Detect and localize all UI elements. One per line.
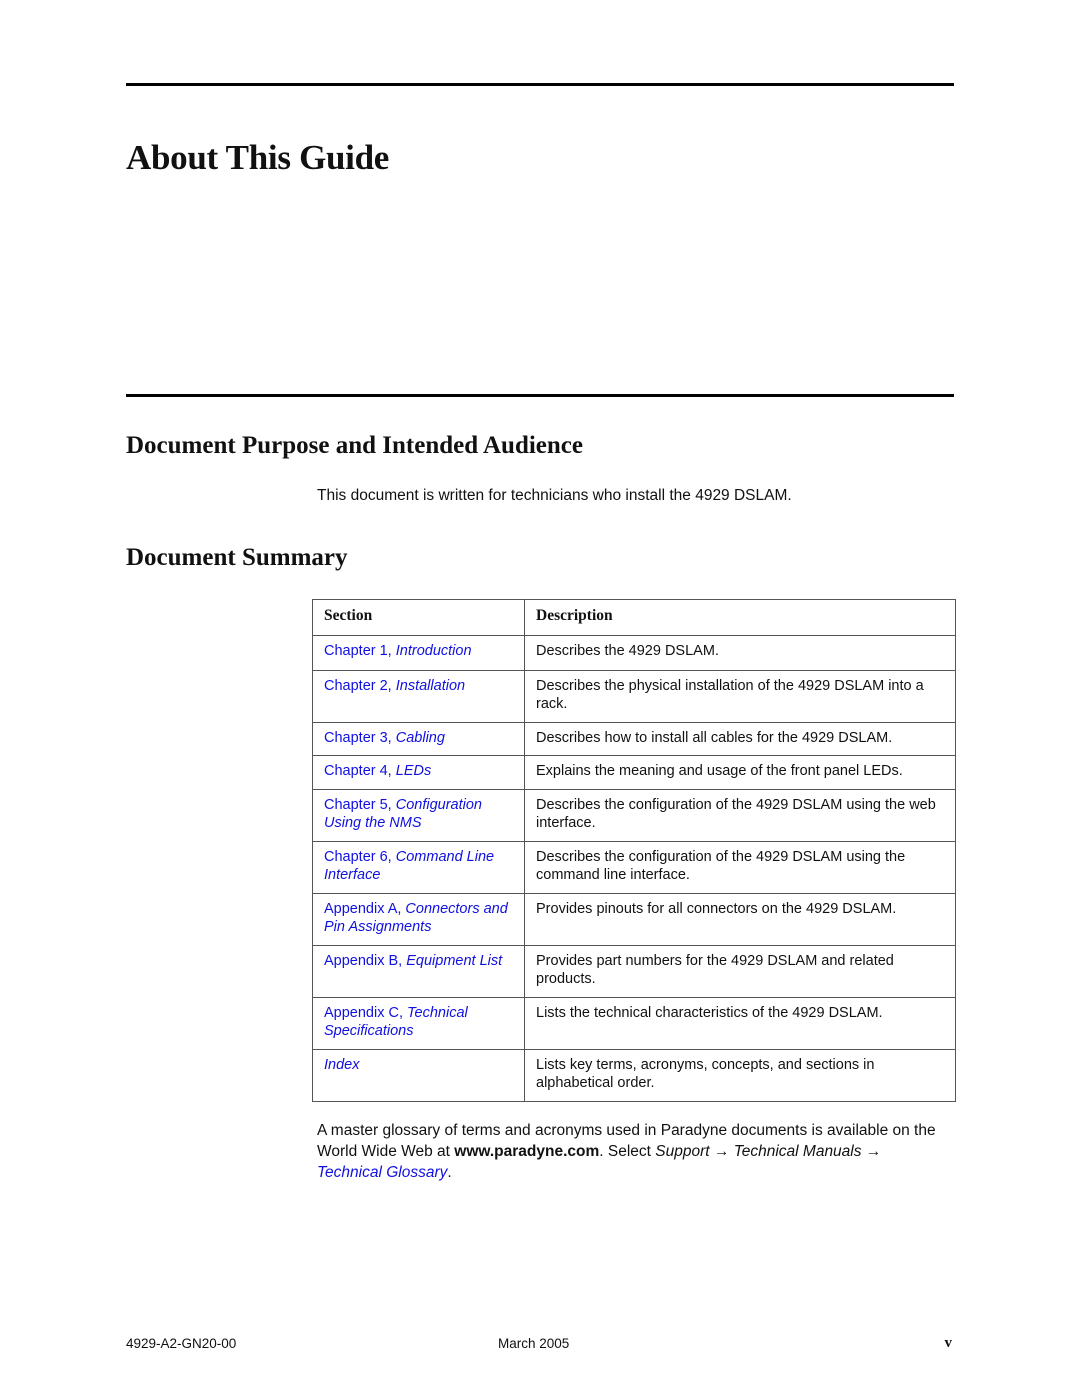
section-rule bbox=[126, 394, 954, 397]
section-prefix: Chapter 3, bbox=[324, 729, 396, 746]
table-row: Appendix A, Connectors and Pin Assignmen… bbox=[312, 892, 956, 946]
table-row: Index Lists key terms, acronyms, concepts… bbox=[312, 1048, 956, 1102]
section-link[interactable]: Appendix B, Equipment List bbox=[324, 953, 502, 969]
glossary-text-2: . Select bbox=[599, 1143, 656, 1160]
top-rule bbox=[126, 83, 954, 86]
menu-path-support: Support bbox=[655, 1143, 710, 1160]
description-cell: Describes how to install all cables for … bbox=[524, 721, 956, 756]
section-cell: Chapter 6, Command Line Interface bbox=[312, 840, 525, 894]
section-prefix: Appendix A, bbox=[324, 900, 406, 917]
description-cell: Describes the physical installation of t… bbox=[524, 669, 956, 723]
description-cell: Describes the configuration of the 4929 … bbox=[524, 840, 956, 894]
section-link[interactable]: Chapter 6, Command Line Interface bbox=[324, 849, 494, 884]
section-cell: Appendix A, Connectors and Pin Assignmen… bbox=[312, 892, 525, 946]
section-prefix: Chapter 6, bbox=[324, 848, 396, 865]
purpose-text: This document is written for technicians… bbox=[317, 487, 792, 504]
section-cell: Appendix B, Equipment List bbox=[312, 944, 525, 998]
table-row: Chapter 3, Cabling Describes how to insta… bbox=[312, 721, 956, 756]
section-heading-summary: Document Summary bbox=[126, 544, 348, 571]
table-row: Chapter 5, Configuration Using the NMS De… bbox=[312, 788, 956, 842]
section-cell: Chapter 1, Introduction bbox=[312, 634, 525, 671]
section-link[interactable]: Appendix C, Technical Specifications bbox=[324, 1005, 468, 1040]
table-header-row: Section Description bbox=[312, 599, 956, 636]
section-prefix: Appendix B, bbox=[324, 952, 407, 969]
section-cell: Chapter 2, Installation bbox=[312, 669, 525, 723]
section-title: Installation bbox=[395, 677, 466, 694]
section-link[interactable]: Chapter 1, Introduction bbox=[324, 643, 472, 659]
section-cell: Index bbox=[312, 1048, 525, 1102]
section-title: Introduction bbox=[395, 642, 472, 659]
footer-doc-number: 4929-A2-GN20-00 bbox=[126, 1336, 237, 1351]
section-title: Cabling bbox=[395, 729, 445, 746]
section-heading-purpose: Document Purpose and Intended Audience bbox=[126, 432, 583, 459]
column-header-description: Description bbox=[524, 599, 956, 636]
table-row: Chapter 4, LEDs Explains the meaning and … bbox=[312, 755, 956, 790]
column-header-section: Section bbox=[312, 599, 525, 636]
table-row: Chapter 1, Introduction Describes the 492… bbox=[312, 634, 956, 671]
table-row: Appendix B, Equipment List Provides part … bbox=[312, 944, 956, 998]
footer-page-number: v bbox=[944, 1335, 953, 1351]
description-cell: Describes the configuration of the 4929 … bbox=[524, 788, 956, 842]
description-cell: Lists the technical characteristics of t… bbox=[524, 996, 956, 1050]
table-row: Chapter 6, Command Line Interface Describ… bbox=[312, 840, 956, 894]
description-cell: Lists key terms, acronyms, concepts, and… bbox=[524, 1048, 956, 1102]
section-prefix: Appendix C, bbox=[324, 1004, 408, 1021]
section-link[interactable]: Index bbox=[324, 1057, 359, 1073]
arrow-icon: → bbox=[709, 1143, 734, 1160]
section-title: Equipment List bbox=[406, 952, 503, 969]
section-title: Index bbox=[324, 1056, 360, 1073]
glossary-note: A master glossary of terms and acronyms … bbox=[317, 1120, 937, 1183]
summary-table: Section Description Chapter 1, Introduct… bbox=[312, 599, 956, 1102]
section-cell: Chapter 4, LEDs bbox=[312, 755, 525, 790]
footer-date: March 2005 bbox=[498, 1336, 570, 1351]
table-row: Chapter 2, Installation Describes the phy… bbox=[312, 669, 956, 723]
section-cell: Chapter 3, Cabling bbox=[312, 721, 525, 756]
page-title: About This Guide bbox=[126, 138, 389, 177]
section-link[interactable]: Chapter 5, Configuration Using the NMS bbox=[324, 797, 482, 832]
description-cell: Describes the 4929 DSLAM. bbox=[524, 634, 956, 671]
section-link[interactable]: Chapter 4, LEDs bbox=[324, 763, 431, 779]
section-prefix: Chapter 1, bbox=[324, 642, 396, 659]
description-cell: Provides part numbers for the 4929 DSLAM… bbox=[524, 944, 956, 998]
section-prefix: Chapter 5, bbox=[324, 796, 396, 813]
glossary-end: . bbox=[447, 1164, 452, 1181]
arrow-icon: → bbox=[861, 1143, 882, 1160]
section-cell: Appendix C, Technical Specifications bbox=[312, 996, 525, 1050]
table-row: Appendix C, Technical Specifications List… bbox=[312, 996, 956, 1050]
menu-path-technical-manuals: Technical Manuals bbox=[733, 1143, 862, 1160]
section-link[interactable]: Chapter 3, Cabling bbox=[324, 730, 445, 746]
section-prefix: Chapter 2, bbox=[324, 677, 396, 694]
section-prefix: Chapter 4, bbox=[324, 763, 396, 779]
section-link[interactable]: Chapter 2, Installation bbox=[324, 678, 465, 694]
description-cell: Explains the meaning and usage of the fr… bbox=[524, 755, 956, 790]
section-title: LEDs bbox=[395, 763, 432, 779]
description-cell: Provides pinouts for all connectors on t… bbox=[524, 892, 956, 946]
section-cell: Chapter 5, Configuration Using the NMS bbox=[312, 788, 525, 842]
technical-glossary-link[interactable]: Technical Glossary bbox=[317, 1164, 447, 1181]
paradyne-url-link[interactable]: www.paradyne.com bbox=[454, 1143, 599, 1160]
section-link[interactable]: Appendix A, Connectors and Pin Assignmen… bbox=[324, 901, 508, 936]
